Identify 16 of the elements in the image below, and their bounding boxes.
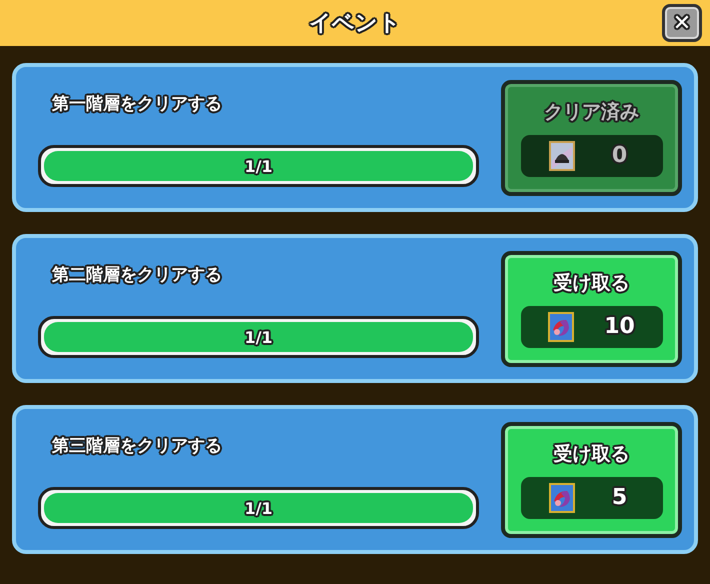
window-title: イベント — [309, 10, 401, 38]
progress-text: 1/1 — [243, 326, 274, 348]
mission-title: 第二階層をクリアする — [51, 264, 223, 286]
claim-button[interactable]: 受け取る 5 — [501, 422, 682, 538]
claimed-button[interactable]: クリア済み 0 — [501, 80, 682, 196]
mission-title: 第三階層をクリアする — [51, 435, 223, 457]
progress-text: 1/1 — [243, 498, 274, 520]
claim-button[interactable]: 受け取る 10 — [501, 250, 682, 366]
reward-count: 0 — [610, 143, 628, 168]
dome-item-icon — [548, 140, 574, 170]
mission-title: 第一階層をクリアする — [51, 93, 223, 115]
reward-count: 10 — [604, 314, 635, 339]
reward-count: 5 — [610, 485, 628, 510]
progress-text: 1/1 — [243, 156, 274, 178]
ribbon-item-icon — [548, 482, 574, 512]
ribbon-item-icon — [548, 312, 574, 342]
